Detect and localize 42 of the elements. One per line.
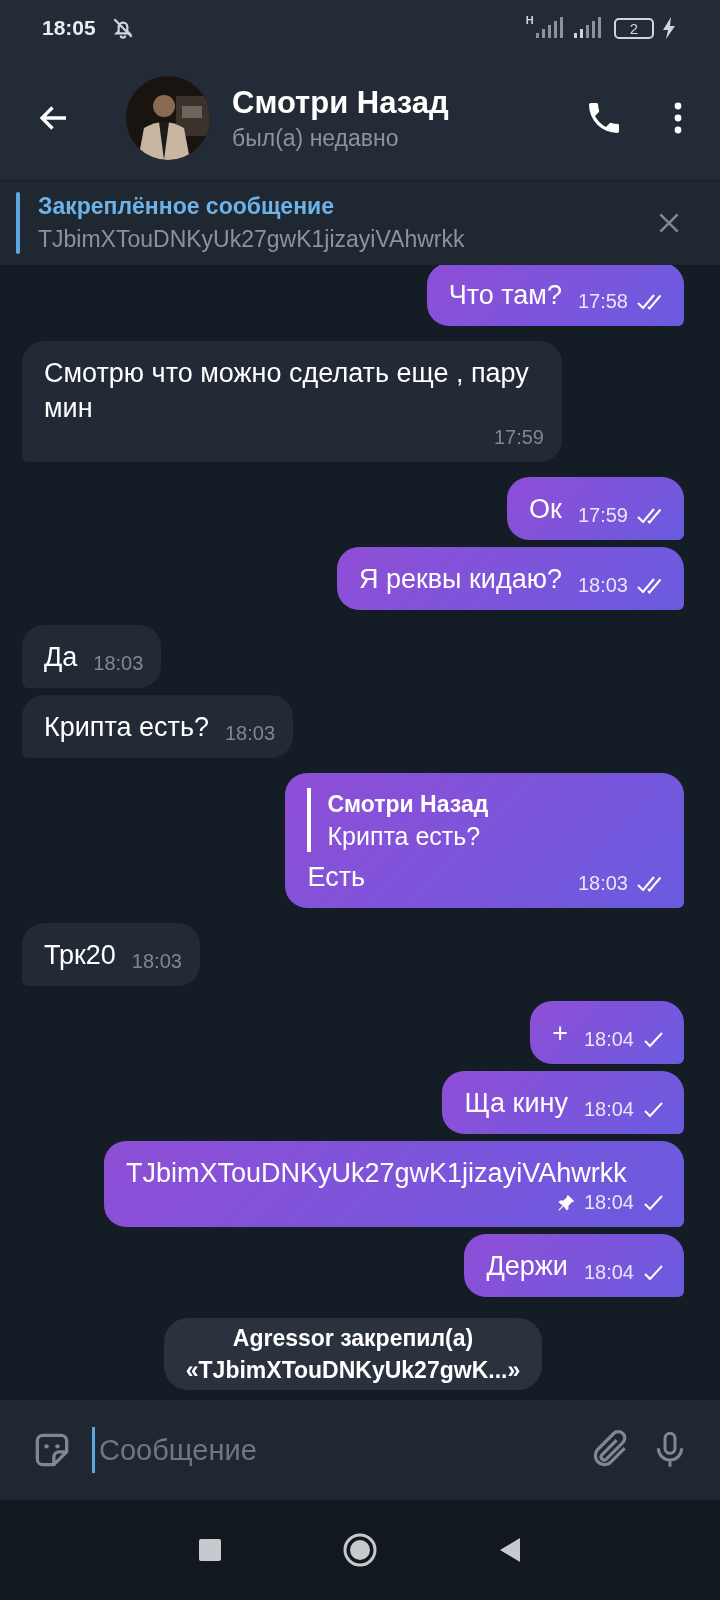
message-time: 18:04 [583,1098,634,1121]
message-time: 18:03 [577,872,628,895]
recent-apps-icon[interactable] [198,1538,222,1562]
network-type-label: H [525,14,534,26]
message-text: + [552,1017,568,1050]
status-time: 18:05 [42,16,96,40]
message-time: 18:03 [131,950,182,973]
message-text: Есть [307,861,366,894]
charging-icon [662,17,676,39]
message-text: Крипта есть? [44,711,209,744]
message-text: Трк20 [44,939,116,972]
message-input-bar[interactable]: Сообщение [0,1400,720,1500]
message-time: 17:59 [493,426,544,449]
last-seen-status: был(а) недавно [232,124,400,152]
signal-icon [533,17,564,39]
home-icon[interactable] [342,1532,378,1568]
message-text: Ща кину [464,1087,568,1120]
message-time: 18:04 [583,1028,634,1051]
message-time: 18:03 [225,722,276,745]
message-time: 17:58 [577,290,628,313]
back-triangle-icon[interactable] [498,1537,522,1563]
service-message: Agressor закрепил(а) «TJbimXTouDNKyUk27gwK...» [163,1318,543,1390]
message-time: 18:04 [583,1191,634,1214]
message-text: Что там? [448,279,562,312]
message-text: Смотрю что можно сделать еще , пару мин [44,357,530,425]
message-text: Я реквы кидаю? [358,563,562,596]
pinned-message-text[interactable]: TJbimXTouDNKyUk27gwK1jizayiVAhwrkk [38,226,638,253]
reply-quote[interactable]: Смотри Назад Крипта есть? [307,788,666,852]
message-text: TJbimXTouDNKyUk27gwK1jizayiVAhwrkk [126,1157,627,1190]
message-time: 18:03 [93,652,144,675]
contact-name: Смотри Назад [232,84,450,121]
pinned-message-title[interactable]: Закреплённое сообщение [38,193,638,220]
message-text: Держи [486,1250,568,1283]
battery-indicator: 2 [613,17,654,39]
message-time: 18:04 [583,1261,634,1284]
signal-icon [571,17,602,39]
message-text: Ок [529,493,562,526]
message-input[interactable]: Сообщение [92,1427,570,1473]
message-time: 17:59 [577,504,628,527]
more-options-icon[interactable] [672,100,684,136]
message-time: 18:03 [577,574,628,597]
message-text: Да [44,641,78,674]
